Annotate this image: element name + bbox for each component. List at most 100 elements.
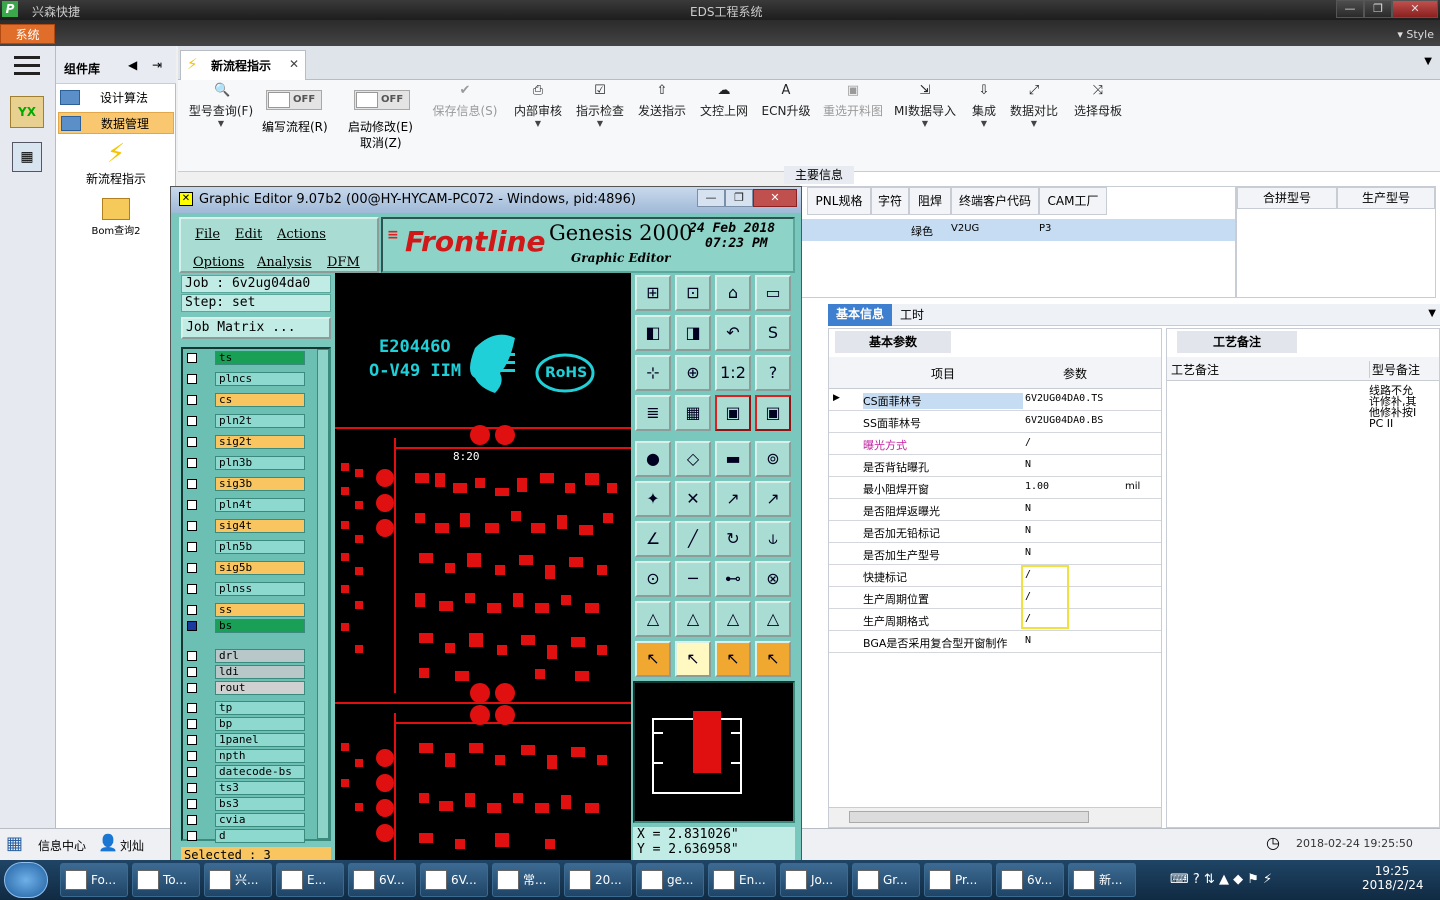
taskbar-item[interactable]: ge... — [636, 863, 704, 897]
instruction-check-button[interactable]: ☑ 指示检查 ▼ — [572, 84, 628, 148]
col-header-model-note[interactable]: 型号备注 — [1369, 361, 1420, 378]
tab-basic-params[interactable]: 基本参数 — [835, 331, 951, 353]
grid-icon[interactable]: ▦ — [675, 395, 711, 431]
pointer-icon[interactable]: ↖ — [635, 641, 671, 677]
taskbar-item[interactable]: 6V... — [420, 863, 488, 897]
taskbar-item[interactable]: Jo... — [780, 863, 848, 897]
layer-row[interactable]: plncs — [187, 372, 305, 386]
param-row[interactable]: BGA是否采用复合型开窗制作 N — [829, 631, 1161, 653]
taskbar-item[interactable]: Pr... — [924, 863, 992, 897]
param-row[interactable]: SS面菲林号 6V2UG04DA0.BS — [829, 411, 1161, 433]
ge-maximize-button[interactable]: ❐ — [725, 189, 753, 207]
layer-checkbox[interactable] — [187, 703, 197, 713]
ecn-upgrade-button[interactable]: A ECN升级 — [758, 84, 814, 148]
tab-close-icon[interactable]: ✕ — [289, 57, 299, 71]
taskbar-item[interactable]: 6V... — [348, 863, 416, 897]
pointer-icon[interactable]: ↖ — [675, 641, 711, 677]
fit-icon[interactable]: ⊹ — [635, 355, 671, 391]
triangle-icon[interactable]: △ — [635, 601, 671, 637]
menu-options[interactable]: Options — [193, 255, 244, 270]
layer-row[interactable]: bs — [187, 619, 305, 633]
layer-row[interactable]: ldi — [187, 665, 305, 679]
pointer-icon[interactable]: ↖ — [755, 641, 791, 677]
measure-icon[interactable]: ⊷ — [715, 561, 751, 597]
col-header-craft[interactable]: 工艺备注 — [1171, 361, 1219, 378]
col-header-item[interactable]: 项目 — [931, 365, 955, 382]
nav-item-data-management[interactable]: 数据管理 — [58, 112, 174, 134]
help-icon[interactable]: ? — [755, 355, 791, 391]
taskbar-item[interactable]: To... — [132, 863, 200, 897]
tab-new-flow[interactable]: ⚡ 新流程指示 ✕ — [180, 50, 306, 80]
layer-checkbox[interactable] — [187, 479, 197, 489]
undo-icon[interactable]: ↶ — [715, 315, 751, 351]
layer-row[interactable]: ts — [187, 351, 305, 365]
zoom-icon[interactable]: ⊕ — [675, 355, 711, 391]
system-menu-button[interactable]: 系统 — [0, 24, 55, 44]
layer-row[interactable]: 1panel — [187, 733, 305, 747]
layer-row[interactable]: datecode-bs — [187, 765, 305, 779]
menu-dfm[interactable]: DFM — [327, 255, 360, 270]
split-icon[interactable]: ⫝ — [755, 521, 791, 557]
menu-edit[interactable]: Edit — [235, 227, 262, 242]
col-header[interactable]: 阻焊 — [909, 187, 951, 215]
node-icon[interactable]: ✦ — [635, 481, 671, 517]
taskbar-item[interactable]: Gr... — [852, 863, 920, 897]
layer-scrollbar[interactable] — [317, 349, 329, 839]
start-button[interactable] — [4, 862, 48, 898]
layer-checkbox[interactable] — [187, 831, 197, 841]
layer-row[interactable]: d — [187, 829, 305, 843]
taskbar-item[interactable]: 6v... — [996, 863, 1064, 897]
layer-checkbox[interactable] — [187, 374, 197, 384]
triangle-icon[interactable]: △ — [715, 601, 751, 637]
layer-row[interactable]: sig2t — [187, 435, 305, 449]
layer-row[interactable]: pln3b — [187, 456, 305, 470]
param-row[interactable]: 最小阻焊开窗 1.00 mil — [829, 477, 1161, 499]
move-icon[interactable]: ↗ — [715, 481, 751, 517]
minus-icon[interactable]: ─ — [675, 561, 711, 597]
select-mother-board-button[interactable]: ⤨ 选择母板 — [1070, 84, 1126, 148]
scale-icon[interactable]: 1:2 — [715, 355, 751, 391]
taskbar-item[interactable]: 常... — [492, 863, 560, 897]
param-row[interactable]: 生产周期位置 / — [829, 587, 1161, 609]
layer-row[interactable]: plnss — [187, 582, 305, 596]
col-header-value[interactable]: 参数 — [1063, 365, 1087, 382]
home-icon[interactable]: ⌂ — [715, 275, 751, 311]
layer-row[interactable]: bs3 — [187, 797, 305, 811]
layer-row[interactable]: npth — [187, 749, 305, 763]
ruler-icon[interactable]: ▬ — [715, 441, 751, 477]
pad-select-icon[interactable]: ▣ — [755, 395, 791, 431]
param-row[interactable]: ▶ CS面菲林号 6V2UG04DA0.TS — [829, 389, 1161, 411]
layer-checkbox[interactable] — [187, 651, 197, 661]
pointer-icon[interactable]: ↖ — [715, 641, 751, 677]
param-row[interactable]: 是否背钻曝孔 N — [829, 455, 1161, 477]
launcher-new-flow[interactable]: ⚡ 新流程指示 — [56, 138, 176, 186]
integrate-button[interactable]: ⇩ 集成 ▼ — [966, 84, 1002, 148]
arc-icon[interactable]: ↻ — [715, 521, 751, 557]
internal-review-button[interactable]: ⎙ 内部审核 ▼ — [510, 84, 566, 148]
tab-craft-notes[interactable]: 工艺备注 — [1177, 331, 1297, 353]
data-compare-button[interactable]: ⤢ 数据对比 ▼ — [1006, 84, 1062, 148]
layer-row[interactable]: cs — [187, 393, 305, 407]
param-row[interactable]: 快捷标记 / — [829, 565, 1161, 587]
triangle-icon[interactable]: △ — [675, 601, 711, 637]
taskbar-clock[interactable]: 19:25 2018/2/24 — [1362, 864, 1424, 892]
layer-checkbox[interactable] — [187, 542, 197, 552]
layer-checkbox[interactable] — [187, 719, 197, 729]
export-icon[interactable]: ◨ — [675, 315, 711, 351]
group-icon[interactable]: ⊗ — [755, 561, 791, 597]
taskbar-item[interactable]: 兴... — [204, 863, 272, 897]
write-flow-toggle[interactable]: OFF — [266, 90, 322, 110]
layer-checkbox[interactable] — [187, 621, 197, 631]
window-icon[interactable]: ▭ — [755, 275, 791, 311]
col-header[interactable]: 字符 — [871, 187, 909, 215]
layer-row[interactable]: rout — [187, 681, 305, 695]
mi-data-import-button[interactable]: ⇲ MI数据导入 ▼ — [892, 84, 958, 148]
menu-analysis[interactable]: Analysis — [257, 255, 312, 270]
layer-checkbox[interactable] — [187, 521, 197, 531]
start-edit-toggle[interactable]: OFF — [354, 90, 410, 110]
table-row[interactable]: 绿色 V2UG P3 — [801, 219, 1235, 241]
layer-row[interactable]: bp — [187, 717, 305, 731]
menu-actions[interactable]: Actions — [277, 227, 326, 242]
save-icon[interactable]: ⊡ — [675, 275, 711, 311]
snap-icon[interactable]: S — [755, 315, 791, 351]
